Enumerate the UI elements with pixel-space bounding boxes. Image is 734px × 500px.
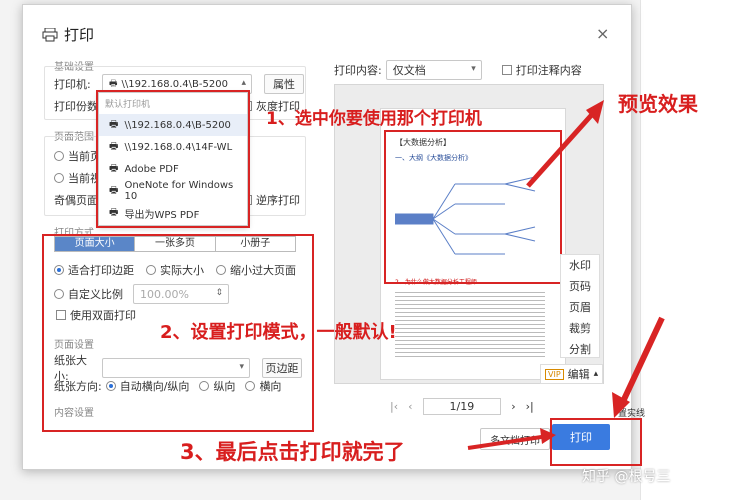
content-label: 打印内容: bbox=[334, 64, 382, 77]
copies-row: 打印份数: bbox=[54, 98, 102, 114]
printer-value: \\192.168.0.4\B-5200 bbox=[121, 78, 228, 90]
highlight-dropdown bbox=[96, 90, 250, 228]
page-number-item[interactable]: 页码 bbox=[561, 276, 599, 297]
reverse-label: 逆序打印 bbox=[256, 194, 300, 207]
chevron-down-icon: ▾ bbox=[471, 64, 476, 74]
prev-page-icon[interactable]: ‹ bbox=[408, 400, 412, 413]
content-row: 打印内容: 仅文档 ▾ 打印注释内容 bbox=[334, 60, 582, 80]
pager: |‹ ‹ 1/19 › ›| bbox=[390, 398, 534, 415]
split-item[interactable]: 分割 bbox=[561, 339, 599, 360]
doc-body bbox=[395, 289, 545, 359]
edit-label: 编辑 bbox=[567, 368, 590, 381]
odd-label: 奇偶页面: bbox=[54, 194, 102, 207]
printer-icon bbox=[42, 27, 58, 41]
watermark-item[interactable]: 水印 bbox=[561, 255, 599, 276]
first-page-icon[interactable]: |‹ bbox=[390, 400, 398, 413]
annotation-1: 1、选中你要使用那个打印机 bbox=[266, 109, 482, 129]
content-select[interactable]: 仅文档 ▾ bbox=[385, 60, 482, 80]
chevron-up-icon: ▴ bbox=[241, 78, 246, 88]
annotate-label: 打印注释内容 bbox=[515, 64, 582, 77]
dialog-title-text: 打印 bbox=[64, 26, 95, 44]
properties-button[interactable]: 属性 bbox=[264, 74, 304, 94]
annotation-3: 3、最后点击打印就完了 bbox=[180, 440, 405, 464]
background-page bbox=[640, 0, 734, 500]
watermark: 知乎 @根号三 bbox=[582, 469, 671, 485]
next-page-icon[interactable]: › bbox=[511, 400, 515, 413]
copies-label: 打印份数: bbox=[54, 100, 102, 113]
dialog-title: 打印 bbox=[42, 24, 94, 45]
close-icon[interactable]: × bbox=[596, 24, 714, 43]
crop-item[interactable]: 裁剪 bbox=[561, 318, 599, 339]
current-page-radio[interactable] bbox=[54, 151, 64, 161]
page-indicator[interactable]: 1/19 bbox=[422, 398, 502, 415]
chevron-up-icon: ▴ bbox=[593, 369, 599, 379]
reverse-row: 逆序打印 bbox=[242, 192, 300, 208]
annotation-2: 2、设置打印模式，一般默认! bbox=[160, 322, 397, 343]
printer-label: 打印机: bbox=[54, 78, 91, 91]
odd-row: 奇偶页面: bbox=[54, 192, 102, 208]
header-item[interactable]: 页眉 bbox=[561, 297, 599, 318]
multi-print-button[interactable]: 多文档打印 bbox=[480, 428, 550, 450]
last-page-icon[interactable]: ›| bbox=[526, 400, 534, 413]
highlight-print bbox=[550, 418, 642, 466]
highlight-preview bbox=[384, 130, 562, 284]
edit-row[interactable]: VIP 编辑 ▴ bbox=[540, 364, 604, 384]
current-view-radio[interactable] bbox=[54, 173, 64, 183]
annotation-preview: 预览效果 bbox=[618, 92, 698, 116]
annotate-checkbox[interactable] bbox=[501, 65, 512, 75]
preview-side-menu: 水印 页码 页眉 裁剪 分割 bbox=[560, 254, 600, 358]
vip-badge: VIP bbox=[545, 368, 564, 380]
